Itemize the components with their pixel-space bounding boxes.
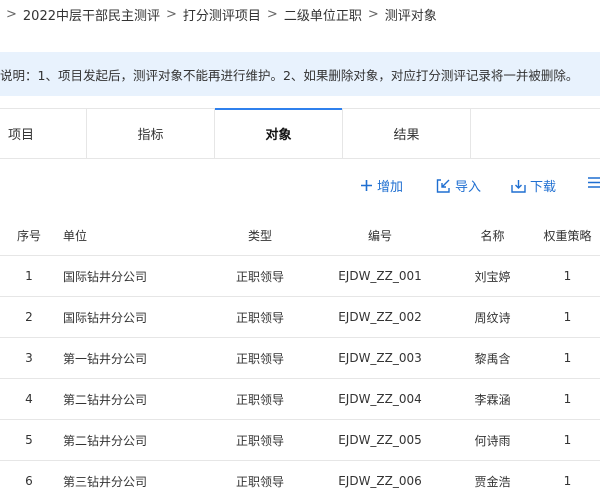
list-icon bbox=[588, 177, 600, 188]
tab-project[interactable]: 项目 bbox=[0, 109, 87, 158]
tab-indicator[interactable]: 指标 bbox=[87, 109, 215, 158]
breadcrumb-item-evaluation[interactable]: 2022中层干部民主测评 bbox=[23, 5, 160, 24]
cell-unit: 第二钻井分公司 bbox=[63, 433, 148, 448]
table-row[interactable]: 3 第一钻井分公司 正职领导 EJDW_ZZ_003 黎禹含 1 bbox=[0, 338, 600, 379]
cell-code: EJDW_ZZ_005 bbox=[338, 433, 422, 447]
breadcrumb: > 2022中层干部民主测评 > 打分测评项目 > 二级单位正职 > 测评对象 bbox=[0, 0, 600, 28]
table-row[interactable]: 5 第二钻井分公司 正职领导 EJDW_ZZ_005 何诗雨 1 bbox=[0, 420, 600, 461]
cell-code: EJDW_ZZ_001 bbox=[338, 269, 422, 283]
cell-code: EJDW_ZZ_002 bbox=[338, 310, 422, 324]
add-label: 增加 bbox=[377, 180, 404, 195]
notice-banner: 说明：1、项目发起后，测评对象不能再进行维护。2、如果删除对象，对应打分测评记录… bbox=[0, 52, 600, 96]
cell-name: 周纹诗 bbox=[474, 310, 511, 325]
tab-label: 结果 bbox=[393, 128, 420, 143]
toolbar: 增加 导入 下载 bbox=[0, 170, 600, 198]
cell-unit: 国际钻井分公司 bbox=[63, 310, 148, 325]
table-row[interactable]: 2 国际钻井分公司 正职领导 EJDW_ZZ_002 周纹诗 1 bbox=[0, 297, 600, 338]
cell-type: 正职领导 bbox=[235, 310, 284, 325]
cell-weight: 1 bbox=[563, 433, 572, 447]
plus-icon bbox=[361, 180, 372, 191]
cell-weight: 1 bbox=[563, 310, 572, 324]
cell-type: 正职领导 bbox=[235, 433, 284, 448]
import-icon bbox=[436, 178, 450, 193]
header-name: 名称 bbox=[480, 229, 505, 243]
cell-index: 4 bbox=[25, 392, 33, 406]
cell-weight: 1 bbox=[563, 392, 572, 406]
cell-weight: 1 bbox=[563, 474, 572, 488]
cell-index: 2 bbox=[25, 310, 33, 324]
notice-text: 说明：1、项目发起后，测评对象不能再进行维护。2、如果删除对象，对应打分测评记录… bbox=[0, 67, 579, 83]
add-button[interactable]: 增加 bbox=[360, 176, 403, 195]
tab-objects[interactable]: 对象 bbox=[215, 108, 343, 158]
cell-index: 5 bbox=[25, 433, 33, 447]
cell-name: 何诗雨 bbox=[474, 433, 511, 448]
breadcrumb-separator: > bbox=[367, 6, 379, 22]
tab-label: 项目 bbox=[8, 128, 35, 143]
cell-unit: 第一钻井分公司 bbox=[63, 351, 148, 366]
cell-weight: 1 bbox=[563, 269, 572, 283]
download-button[interactable]: 下载 bbox=[511, 176, 556, 195]
cell-index: 1 bbox=[25, 269, 33, 283]
cell-index: 6 bbox=[25, 474, 33, 488]
breadcrumb-separator: > bbox=[6, 6, 17, 22]
download-label: 下载 bbox=[530, 180, 557, 195]
table-row[interactable]: 6 第三钻井分公司 正职领导 EJDW_ZZ_006 贾金浩 1 bbox=[0, 461, 600, 497]
download-icon bbox=[511, 179, 526, 193]
cell-code: EJDW_ZZ_003 bbox=[338, 351, 422, 365]
header-code: 编号 bbox=[367, 229, 392, 243]
header-type: 类型 bbox=[247, 229, 272, 243]
cell-index: 3 bbox=[25, 351, 33, 365]
cell-unit: 第二钻井分公司 bbox=[63, 392, 148, 407]
cell-name: 黎禹含 bbox=[474, 351, 511, 366]
cell-weight: 1 bbox=[563, 351, 572, 365]
tab-label: 指标 bbox=[137, 128, 164, 143]
cell-type: 正职领导 bbox=[235, 392, 284, 407]
cell-code: EJDW_ZZ_004 bbox=[338, 392, 422, 406]
cell-type: 正职领导 bbox=[235, 351, 284, 366]
breadcrumb-separator: > bbox=[166, 6, 177, 22]
table-row[interactable]: 4 第二钻井分公司 正职领导 EJDW_ZZ_004 李霖涵 1 bbox=[0, 379, 600, 420]
import-button[interactable]: 导入 bbox=[436, 176, 481, 195]
more-button[interactable] bbox=[588, 176, 600, 189]
table-row[interactable]: 1 国际钻井分公司 正职领导 EJDW_ZZ_001 刘宝婷 1 bbox=[0, 256, 600, 297]
breadcrumb-item-position[interactable]: 二级单位正职 bbox=[284, 5, 362, 24]
cell-unit: 第三钻井分公司 bbox=[63, 474, 148, 489]
cell-unit: 国际钻井分公司 bbox=[63, 269, 148, 284]
table-header: 序号 单位 类型 编号 名称 权重策略 bbox=[0, 216, 600, 256]
cell-name: 贾金浩 bbox=[474, 474, 511, 489]
breadcrumb-item-project[interactable]: 打分测评项目 bbox=[183, 5, 261, 24]
cell-name: 李霖涵 bbox=[474, 392, 511, 407]
tab-bar: 项目 指标 对象 结果 bbox=[0, 108, 600, 159]
breadcrumb-separator: > bbox=[266, 6, 278, 22]
cell-name: 刘宝婷 bbox=[474, 269, 511, 284]
cell-type: 正职领导 bbox=[235, 474, 284, 489]
header-unit: 单位 bbox=[63, 229, 88, 243]
objects-table: 序号 单位 类型 编号 名称 权重策略 1 国际钻井分公司 正职领导 EJDW_… bbox=[0, 216, 600, 497]
header-index: 序号 bbox=[16, 229, 41, 243]
tab-results[interactable]: 结果 bbox=[343, 109, 471, 158]
cell-type: 正职领导 bbox=[235, 269, 284, 284]
tab-label: 对象 bbox=[265, 128, 292, 143]
header-weight: 权重策略 bbox=[543, 229, 592, 243]
import-label: 导入 bbox=[455, 180, 482, 195]
tab-extra[interactable] bbox=[471, 109, 600, 158]
cell-code: EJDW_ZZ_006 bbox=[338, 474, 422, 488]
breadcrumb-item-current: 测评对象 bbox=[384, 8, 437, 24]
